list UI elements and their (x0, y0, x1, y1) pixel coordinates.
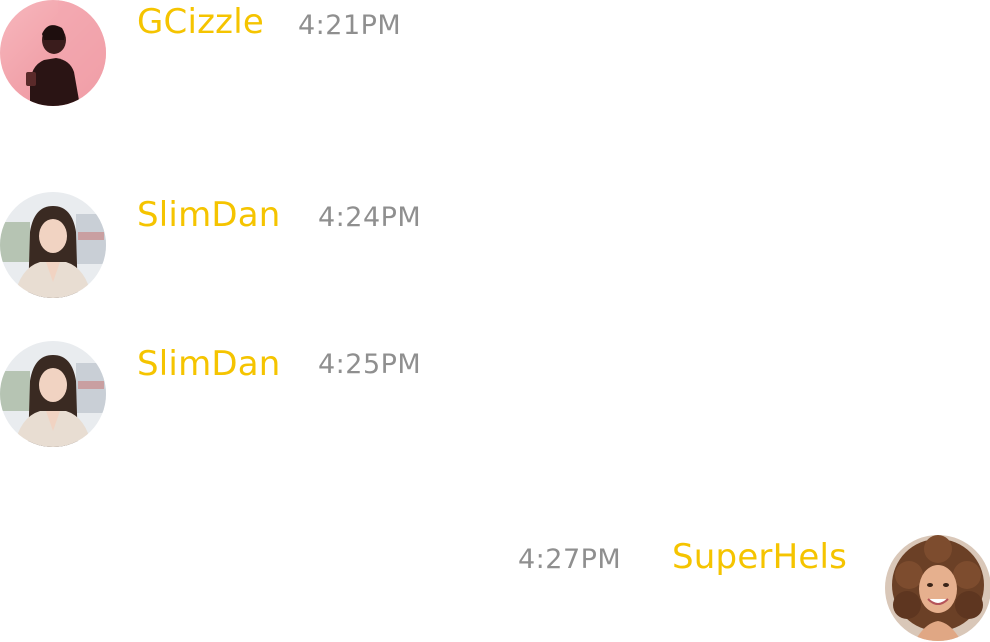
username[interactable]: SlimDan (137, 195, 281, 235)
user-avatar-icon (885, 535, 990, 641)
timestamp: 4:27PM (518, 544, 622, 575)
user-avatar-icon (0, 192, 106, 298)
timestamp: 4:21PM (298, 10, 402, 41)
timestamp: 4:24PM (318, 202, 422, 233)
user-avatar-icon (0, 0, 106, 106)
avatar[interactable] (885, 535, 990, 641)
username[interactable]: GCizzle (137, 2, 264, 42)
username[interactable]: SuperHels (672, 537, 847, 577)
avatar[interactable] (0, 341, 106, 447)
user-avatar-icon (0, 341, 106, 447)
username[interactable]: SlimDan (137, 344, 281, 384)
avatar[interactable] (0, 0, 106, 106)
timestamp: 4:25PM (318, 349, 422, 380)
avatar[interactable] (0, 192, 106, 298)
